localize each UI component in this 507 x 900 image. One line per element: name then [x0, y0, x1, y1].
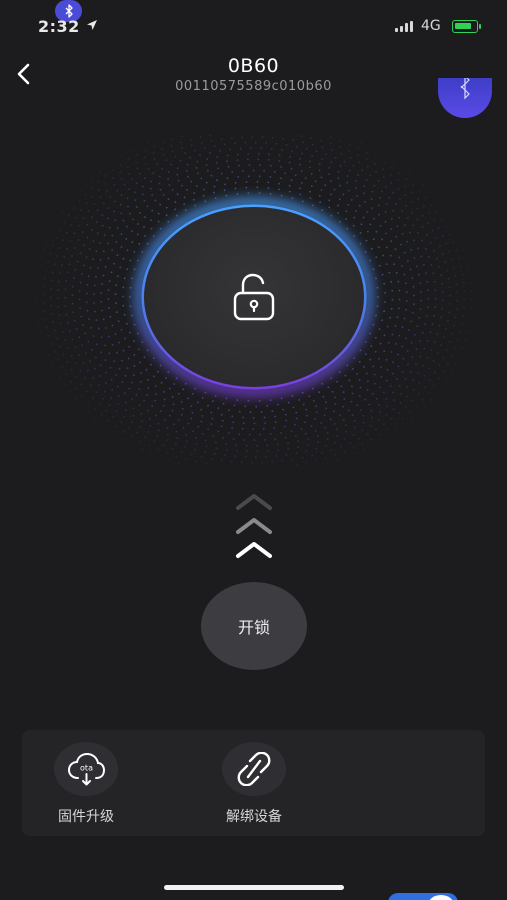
status-time: 2:32	[38, 17, 80, 36]
battery-charging-icon	[452, 20, 481, 33]
toggle-switch[interactable]	[388, 893, 458, 900]
bluetooth-icon	[460, 78, 470, 100]
home-indicator[interactable]	[164, 885, 344, 890]
device-id: 00110575589c010b60	[175, 79, 332, 94]
network-type: 4G	[421, 18, 441, 34]
signal-icon	[395, 21, 413, 32]
lock-halo	[34, 135, 474, 465]
firmware-upgrade-label: 固件升级	[58, 809, 114, 825]
firmware-upgrade-icon-bg: ota	[54, 742, 118, 796]
unbind-device-icon-bg	[222, 742, 286, 796]
lock-disc[interactable]	[144, 207, 364, 387]
location-arrow-icon	[87, 20, 97, 30]
bluetooth-button[interactable]	[438, 78, 492, 118]
unlock-button-label: 开锁	[237, 618, 270, 637]
unbind-device-button[interactable]: 解绑设备	[204, 730, 304, 836]
unbind-device-label: 解绑设备	[226, 809, 282, 825]
unlocked-padlock-icon	[233, 273, 275, 321]
device-title: 0B60	[227, 55, 280, 77]
unlink-icon	[237, 752, 271, 786]
unlock-button[interactable]: 开锁	[201, 582, 307, 670]
status-bar: 2:32 4G	[0, 0, 507, 50]
cloud-ota-download-icon: ota	[67, 752, 106, 786]
tool-panel: ota 固件升级 解绑设备	[22, 730, 485, 836]
chevrons-up-icon	[236, 494, 272, 558]
svg-text:ota: ota	[80, 764, 93, 773]
firmware-upgrade-button[interactable]: ota 固件升级	[36, 730, 136, 836]
